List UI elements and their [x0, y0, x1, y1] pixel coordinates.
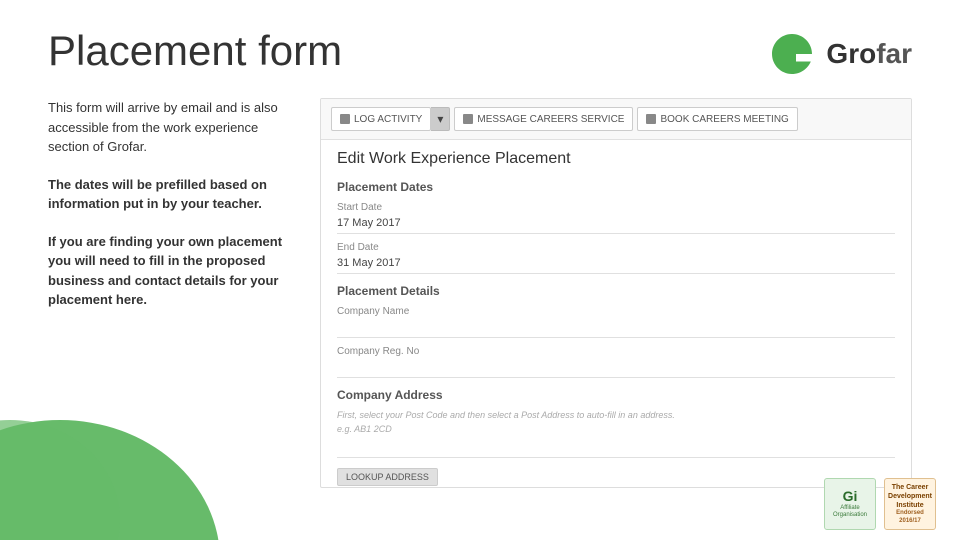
grofar-logo-text: Grofar — [826, 38, 912, 70]
green-decorative-shape — [0, 360, 220, 540]
company-address-label: Company Address — [337, 388, 895, 402]
company-name-label: Company Name — [337, 306, 895, 317]
placement-details-label: Placement Details — [337, 284, 895, 298]
left-para-1: This form will arrive by email and is al… — [48, 98, 288, 157]
log-activity-button[interactable]: LOG ACTIVITY — [331, 107, 431, 131]
company-reg-input[interactable] — [337, 359, 895, 378]
log-activity-icon — [340, 114, 350, 124]
end-date-field: End Date 31 May 2017 — [337, 242, 895, 274]
start-date-value: 17 May 2017 — [337, 215, 895, 234]
left-para-2: The dates will be prefilled based on inf… — [48, 175, 288, 214]
address-input-area — [337, 438, 895, 458]
form-body: Edit Work Experience Placement Placement… — [321, 140, 911, 488]
cdi-logo-badge: The Career Development Institute Endorse… — [884, 478, 936, 530]
start-date-field: Start Date 17 May 2017 — [337, 202, 895, 234]
end-date-value: 31 May 2017 — [337, 255, 895, 274]
logo-text: Grofar — [826, 38, 912, 69]
address-hint-1: First, select your Post Code and then se… — [337, 410, 895, 420]
message-careers-button[interactable]: MESSAGE CAREERS SERVICE — [454, 107, 633, 131]
gi-logo-badge: Gi Affiliate Organisation — [824, 478, 876, 530]
start-date-label: Start Date — [337, 202, 895, 213]
log-activity-dropdown[interactable]: ▾ — [431, 107, 450, 131]
left-para-3: If you are finding your own placement yo… — [48, 232, 288, 310]
company-reg-label: Company Reg. No — [337, 346, 895, 357]
calendar-icon — [646, 114, 656, 124]
company-name-field: Company Name — [337, 306, 895, 338]
form-panel: LOG ACTIVITY ▾ MESSAGE CAREERS SERVICE B… — [320, 98, 912, 488]
header: Placement form Grofar — [0, 0, 960, 80]
page-title: Placement form — [48, 28, 342, 74]
bottom-logos: Gi Affiliate Organisation The Career Dev… — [824, 478, 936, 530]
lookup-address-button[interactable]: LOOKUP ADDRESS — [337, 468, 438, 486]
end-date-label: End Date — [337, 242, 895, 253]
company-reg-field: Company Reg. No — [337, 346, 895, 378]
form-title: Edit Work Experience Placement — [337, 150, 895, 168]
form-toolbar: LOG ACTIVITY ▾ MESSAGE CAREERS SERVICE B… — [321, 99, 911, 140]
company-name-input[interactable] — [337, 319, 895, 338]
logo-area: Grofar — [766, 28, 912, 80]
message-icon — [463, 114, 473, 124]
placement-dates-label: Placement Dates — [337, 180, 895, 194]
grofar-g-icon — [766, 28, 818, 80]
book-meeting-button[interactable]: BOOK CAREERS MEETING — [637, 107, 797, 131]
address-hint-2: e.g. AB1 2CD — [337, 424, 895, 434]
